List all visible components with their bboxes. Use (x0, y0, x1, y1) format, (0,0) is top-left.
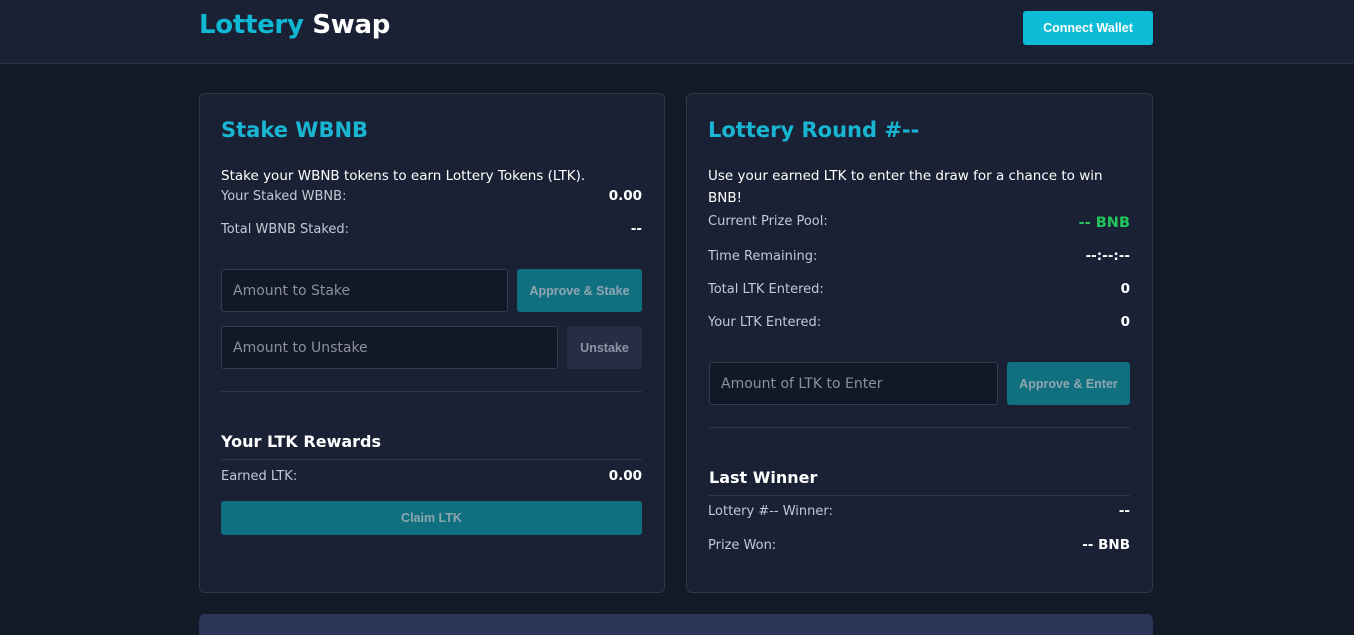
total-ltk-label: Total LTK Entered: (708, 281, 824, 297)
total-ltk-value: 0 (1120, 281, 1130, 297)
prize-pool-value: -- BNB (1078, 215, 1130, 231)
total-ltk-row: Total LTK Entered: 0 (708, 281, 1130, 297)
time-remaining-row: Time Remaining: --:--:-- (708, 248, 1130, 264)
approve-enter-button[interactable]: Approve & Enter (1007, 362, 1130, 405)
time-remaining-value: --:--:-- (1085, 248, 1130, 264)
lottery-description: Use your earned LTK to enter the draw fo… (708, 165, 1103, 209)
app-logo[interactable]: Lottery Swap (199, 10, 390, 40)
your-ltk-value: 0 (1120, 314, 1130, 330)
staked-wbnb-row: Your Staked WBNB: 0.00 (221, 188, 642, 204)
winner-value: -- (1118, 503, 1130, 519)
stake-card: Stake WBNB Stake your WBNB tokens to ear… (199, 93, 665, 593)
approve-stake-button[interactable]: Approve & Stake (517, 269, 642, 312)
unstake-button[interactable]: Unstake (567, 326, 642, 369)
prize-pool-row: Current Prize Pool: -- BNB (708, 211, 1130, 232)
rewards-title: Your LTK Rewards (221, 432, 382, 451)
unstake-amount-input[interactable] (221, 326, 558, 369)
lottery-divider (708, 427, 1130, 428)
last-winner-title: Last Winner (709, 468, 818, 487)
prize-won-label: Prize Won: (708, 537, 777, 553)
earned-ltk-value: 0.00 (608, 468, 642, 484)
lottery-description-line2: BNB! (708, 190, 743, 206)
your-ltk-row: Your LTK Entered: 0 (708, 314, 1130, 330)
prize-won-value: -- BNB (1082, 537, 1130, 553)
top-navbar: Lottery Swap Connect Wallet (0, 0, 1354, 64)
total-wbnb-value: -- (630, 221, 642, 237)
total-wbnb-row: Total WBNB Staked: -- (221, 221, 642, 237)
bottom-panel-edge (199, 614, 1153, 635)
winner-row: Lottery #-- Winner: -- (708, 503, 1130, 519)
stake-card-title: Stake WBNB (221, 118, 369, 142)
lottery-round-title: Lottery Round #-- (708, 118, 920, 142)
ltk-enter-input[interactable] (709, 362, 998, 405)
prize-won-row: Prize Won: -- BNB (708, 537, 1130, 553)
lottery-description-line1: Use your earned LTK to enter the draw fo… (708, 168, 1103, 184)
logo-text-lottery: Lottery (199, 10, 304, 40)
connect-wallet-button[interactable]: Connect Wallet (1023, 11, 1153, 45)
logo-text-swap: Swap (312, 10, 391, 40)
total-wbnb-label: Total WBNB Staked: (221, 221, 350, 237)
your-ltk-label: Your LTK Entered: (708, 314, 822, 330)
stake-divider (221, 391, 642, 392)
time-remaining-label: Time Remaining: (708, 248, 818, 264)
earned-ltk-row: Earned LTK: 0.00 (221, 468, 642, 484)
staked-wbnb-label: Your Staked WBNB: (221, 188, 347, 204)
claim-ltk-button[interactable]: Claim LTK (221, 501, 642, 535)
earned-ltk-label: Earned LTK: (221, 468, 298, 484)
winner-label: Lottery #-- Winner: (708, 503, 833, 519)
lottery-card: Lottery Round #-- Use your earned LTK to… (686, 93, 1153, 593)
stake-description: Stake your WBNB tokens to earn Lottery T… (221, 168, 586, 184)
winner-divider (708, 495, 1130, 496)
staked-wbnb-value: 0.00 (608, 188, 642, 204)
rewards-divider (221, 459, 642, 460)
stake-amount-input[interactable] (221, 269, 508, 312)
prize-pool-label: Current Prize Pool: (708, 213, 828, 229)
